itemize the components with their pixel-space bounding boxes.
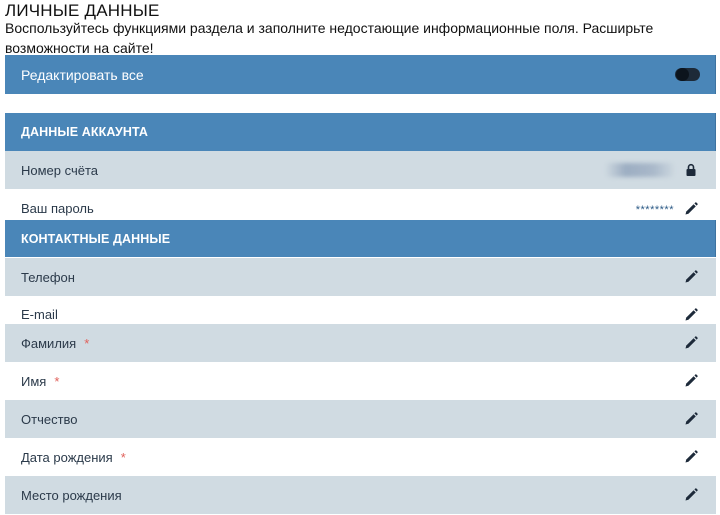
row-label: Фамилия xyxy=(21,335,77,351)
section-title-contacts: КОНТАКТНЫЕ ДАННЫЕ xyxy=(21,231,171,246)
pencil-icon[interactable] xyxy=(684,336,698,350)
row-label: E-mail xyxy=(21,307,58,322)
row-label: Имя xyxy=(21,373,47,389)
pencil-icon[interactable] xyxy=(684,450,698,464)
row-label: Дата рождения xyxy=(21,449,113,465)
edit-all-bar: Редактировать все xyxy=(5,55,716,94)
edit-all-toggle[interactable] xyxy=(675,68,700,81)
row-label: Отчество xyxy=(21,411,78,427)
section-title-account: ДАННЫЕ АККАУНТА xyxy=(21,125,149,139)
required-mark: * xyxy=(120,449,126,465)
pencil-icon[interactable] xyxy=(684,308,698,322)
row-label: Номер счёта xyxy=(21,162,99,178)
section-header-account: ДАННЫЕ АККАУНТА xyxy=(5,113,716,151)
row-birth-place: Место рождения xyxy=(5,476,716,514)
row-last-name: Фамилия * xyxy=(5,324,716,362)
row-first-name: Имя * xyxy=(5,362,716,400)
password-masked: ******** xyxy=(635,204,674,216)
required-mark: * xyxy=(54,373,60,389)
row-phone: Телефон xyxy=(5,258,716,296)
pencil-icon[interactable] xyxy=(684,270,698,284)
row-account-number: Номер счёта xyxy=(5,151,716,189)
row-password: Ваш пароль ******** xyxy=(5,189,716,220)
lock-icon xyxy=(686,163,696,176)
section-header-contacts: КОНТАКТНЫЕ ДАННЫЕ xyxy=(5,220,716,257)
edit-all-label: Редактировать все xyxy=(21,66,144,83)
row-label: Телефон xyxy=(21,269,75,285)
row-label: Ваш пароль xyxy=(21,201,94,216)
pencil-icon[interactable] xyxy=(684,202,698,216)
pencil-icon[interactable] xyxy=(684,374,698,388)
row-birth-date: Дата рождения * xyxy=(5,438,716,476)
row-email: E-mail xyxy=(5,296,716,324)
required-mark: * xyxy=(84,335,90,351)
pencil-icon[interactable] xyxy=(684,488,698,502)
page-intro: Воспользуйтесь функциями раздела и запол… xyxy=(5,20,654,56)
toggle-knob xyxy=(676,68,689,81)
account-number-blurred xyxy=(606,163,674,177)
row-patronymic: Отчество xyxy=(5,400,716,438)
pencil-icon[interactable] xyxy=(684,412,698,426)
row-label: Место рождения xyxy=(21,487,122,503)
